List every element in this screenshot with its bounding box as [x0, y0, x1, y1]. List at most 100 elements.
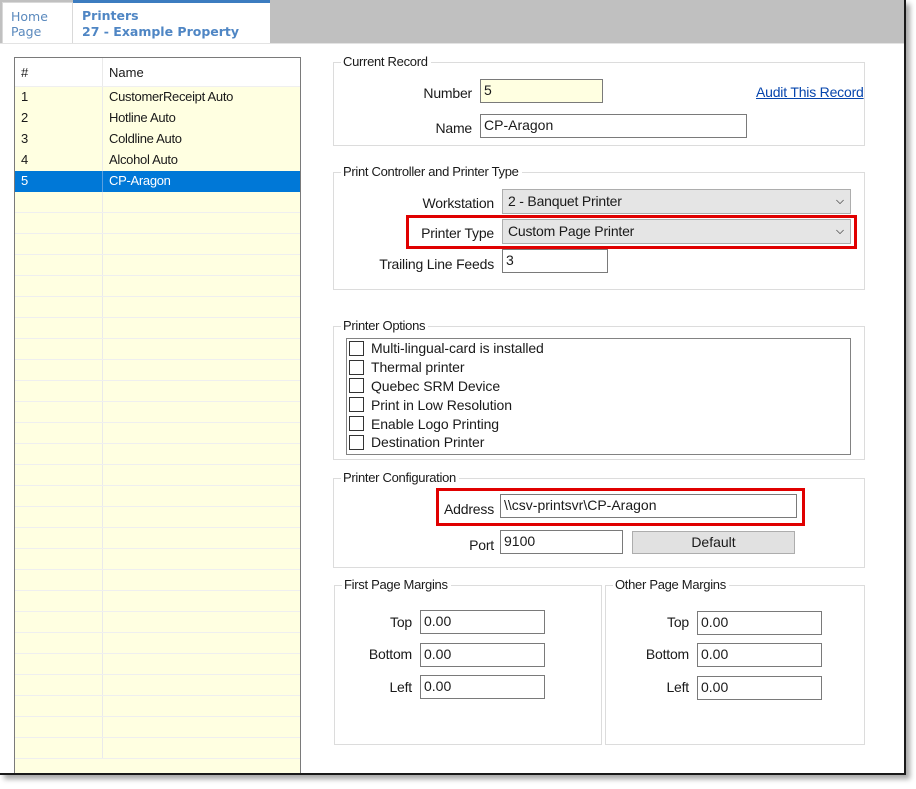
empty-cell	[103, 465, 300, 485]
printer-option-item[interactable]: Print in Low Resolution	[347, 395, 850, 414]
other-bottom-margin-field[interactable]	[697, 643, 822, 667]
checkbox[interactable]	[349, 378, 364, 394]
address-label: Address	[444, 501, 494, 517]
printer-list[interactable]: # Name 1 CustomerReceipt Auto 2 Hotline Aut…	[14, 57, 301, 773]
list-row[interactable]: 1 CustomerReceipt Auto	[15, 87, 300, 108]
list-row[interactable]: 2 Hotline Auto	[15, 108, 300, 129]
checkbox[interactable]	[349, 434, 364, 450]
empty-cell	[15, 297, 103, 317]
list-row[interactable]: 3 Coldline Auto	[15, 129, 300, 150]
empty-list-row	[15, 738, 300, 759]
row-name: Coldline Auto	[109, 131, 182, 146]
other-left-margin-field[interactable]	[697, 676, 822, 700]
tab-printers[interactable]: Printers 27 - Example Property	[73, 0, 270, 43]
empty-cell	[103, 696, 300, 716]
empty-cell	[15, 360, 103, 380]
tab-printers-property: 27 - Example Property	[82, 24, 240, 39]
empty-cell	[15, 738, 103, 758]
tab-home-page[interactable]: Home Page	[2, 2, 73, 43]
empty-cell	[103, 297, 300, 317]
empty-list-row	[15, 234, 300, 255]
empty-list-row	[15, 465, 300, 486]
printer-option-item[interactable]: Destination Printer	[347, 433, 850, 452]
default-port-button[interactable]: Default	[632, 531, 795, 554]
name-label: Name	[435, 120, 472, 136]
first-top-margin-field[interactable]	[420, 610, 545, 634]
printer-option-item[interactable]: Quebec SRM Device	[347, 377, 850, 396]
printer-option-item[interactable]: Enable Logo Printing	[347, 414, 850, 433]
empty-list-row	[15, 507, 300, 528]
empty-list-row	[15, 717, 300, 738]
printer-config-title: Printer Configuration	[341, 470, 459, 486]
empty-cell	[103, 255, 300, 275]
printer-option-label: Enable Logo Printing	[371, 415, 499, 432]
empty-list-row	[15, 402, 300, 423]
checkbox[interactable]	[349, 397, 364, 413]
first-bottom-margin-field[interactable]	[420, 643, 545, 667]
empty-cell	[15, 381, 103, 401]
empty-cell	[15, 318, 103, 338]
trailing-line-feeds-field[interactable]	[502, 249, 608, 273]
number-field[interactable]	[480, 79, 603, 103]
empty-cell	[15, 633, 103, 653]
empty-list-row	[15, 591, 300, 612]
address-field[interactable]	[500, 494, 797, 518]
tab-printers-title: Printers	[82, 8, 139, 23]
empty-list-row	[15, 444, 300, 465]
printer-option-item[interactable]: Thermal printer	[347, 358, 850, 377]
empty-cell	[15, 717, 103, 737]
column-header-number[interactable]: #	[15, 58, 103, 86]
list-body: 1 CustomerReceipt Auto 2 Hotline Auto 3 Coldl…	[15, 87, 300, 759]
empty-cell	[15, 339, 103, 359]
audit-record-link[interactable]: Audit This Record	[756, 84, 864, 100]
printer-option-label: Print in Low Resolution	[371, 396, 512, 413]
list-row[interactable]: 5 CP-Aragon	[15, 171, 300, 192]
number-label: Number	[423, 85, 472, 101]
empty-cell	[15, 591, 103, 611]
print-controller-title: Print Controller and Printer Type	[341, 164, 522, 180]
empty-list-row	[15, 654, 300, 675]
empty-cell	[103, 402, 300, 422]
column-header-name[interactable]: Name	[103, 58, 300, 86]
empty-cell	[103, 318, 300, 338]
checkbox[interactable]	[349, 340, 364, 356]
first-left-margin-field[interactable]	[420, 675, 545, 699]
other-page-margins-title: Other Page Margins	[613, 577, 729, 593]
empty-list-row	[15, 255, 300, 276]
row-name: CP-Aragon	[109, 173, 171, 188]
name-field[interactable]	[480, 114, 747, 138]
list-row[interactable]: 4 Alcohol Auto	[15, 150, 300, 171]
workstation-dropdown[interactable]: 2 - Banquet Printer	[502, 189, 851, 214]
other-bottom-label: Bottom	[645, 646, 689, 662]
checkbox[interactable]	[349, 359, 364, 375]
printer-option-label: Multi-lingual-card is installed	[371, 340, 544, 357]
tab-home-line2: Page	[11, 24, 42, 39]
empty-cell	[15, 612, 103, 632]
printer-type-dropdown[interactable]: Custom Page Printer	[502, 219, 851, 244]
row-name: CustomerReceipt Auto	[109, 89, 234, 104]
printer-option-item[interactable]: Multi-lingual-card is installed	[347, 339, 850, 358]
empty-cell	[15, 570, 103, 590]
empty-list-row	[15, 549, 300, 570]
empty-list-row	[15, 381, 300, 402]
empty-cell	[103, 339, 300, 359]
empty-cell	[103, 213, 300, 233]
empty-list-row	[15, 570, 300, 591]
empty-list-row	[15, 213, 300, 234]
empty-list-row	[15, 297, 300, 318]
empty-list-row	[15, 360, 300, 381]
chevron-down-icon	[836, 229, 844, 235]
port-field[interactable]	[500, 530, 623, 554]
chevron-down-icon	[836, 199, 844, 205]
other-left-label: Left	[666, 679, 689, 695]
empty-cell	[103, 507, 300, 527]
workstation-label: Workstation	[422, 195, 495, 211]
empty-list-row	[15, 192, 300, 213]
empty-list-row	[15, 675, 300, 696]
printer-options-list[interactable]: Multi-lingual-card is installed Thermal p…	[346, 338, 851, 455]
other-top-margin-field[interactable]	[697, 611, 822, 635]
empty-cell	[15, 276, 103, 296]
empty-list-row	[15, 612, 300, 633]
checkbox[interactable]	[349, 416, 364, 432]
empty-cell	[103, 444, 300, 464]
